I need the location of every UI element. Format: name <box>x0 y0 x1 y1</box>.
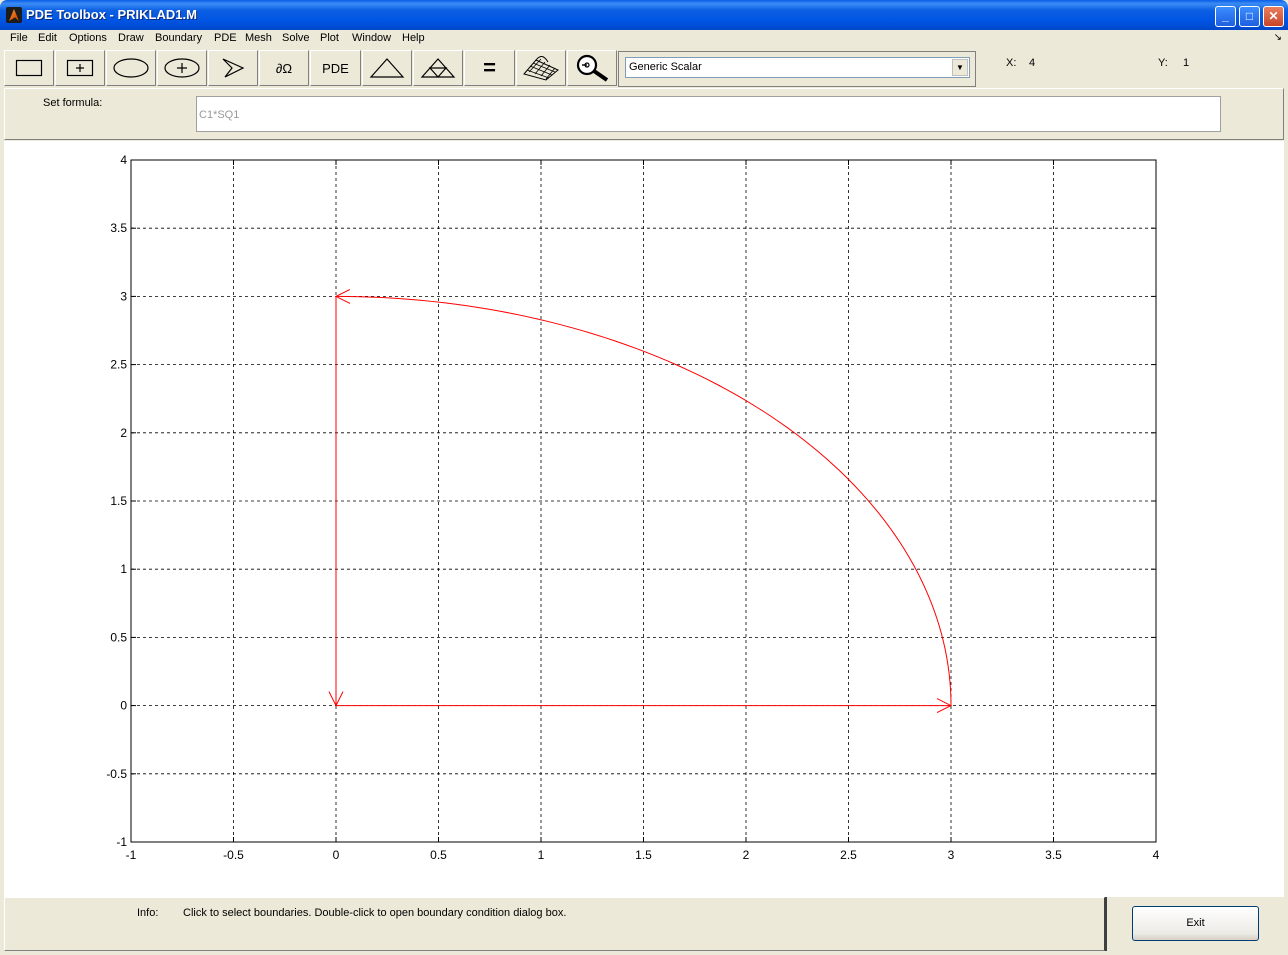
pde-spec-label: PDE <box>322 60 349 76</box>
application-mode-panel: Generic Scalar ▼ <box>618 51 976 87</box>
x-tick-label: 0.5 <box>430 848 447 862</box>
surface-plot-icon <box>523 56 559 81</box>
polygon-icon <box>222 58 245 78</box>
menu-plot[interactable]: Plot <box>320 32 339 44</box>
coordinate-readout: X: 4 Y: 1 <box>976 51 1288 87</box>
x-tick-label: 1 <box>538 848 545 862</box>
plot-solution-button[interactable] <box>516 50 566 86</box>
close-button[interactable]: ✕ <box>1263 6 1284 27</box>
close-icon: ✕ <box>1268 9 1279 23</box>
refine-mesh-button[interactable] <box>413 50 463 86</box>
y-tick-label: 3 <box>120 289 127 303</box>
x-tick-label: 3.5 <box>1045 848 1062 862</box>
y-tick-label: 0.5 <box>110 630 127 644</box>
boundary-mode-button[interactable]: ∂Ω <box>259 50 309 86</box>
exit-button[interactable]: Exit <box>1132 906 1259 941</box>
x-tick-label: -0.5 <box>223 848 244 862</box>
x-tick-label: 2.5 <box>840 848 857 862</box>
triangle-icon <box>369 58 405 78</box>
rectangle-icon <box>15 59 43 77</box>
exit-panel: Exit <box>1105 897 1284 951</box>
y-coord-value: 1 <box>1183 57 1190 69</box>
y-tick-label: 0 <box>120 699 127 713</box>
menu-solve[interactable]: Solve <box>282 32 310 44</box>
info-panel: Info: Click to select boundaries. Double… <box>4 897 1105 951</box>
ellipse-icon <box>113 58 149 78</box>
y-tick-label: -1 <box>116 835 127 849</box>
maximize-icon: □ <box>1245 9 1254 23</box>
info-label: Info: <box>137 907 159 919</box>
zoom-button[interactable] <box>567 50 617 86</box>
solve-button[interactable]: = <box>464 50 515 86</box>
set-formula-input[interactable]: C1*SQ1 <box>196 96 1221 132</box>
init-mesh-button[interactable] <box>362 50 412 86</box>
geometry-plot-area[interactable]: -1 -0.5 0 0.5 1 1.5 2 2.5 3 3.5 4 -1 -0.5 0 0.5 1 1.5 2 2.… <box>4 141 1284 897</box>
y-tick-label: 2.5 <box>110 358 127 372</box>
dropdown-arrow-icon[interactable]: ▼ <box>952 59 968 76</box>
ellipse-center-icon <box>164 58 200 78</box>
ticks: -1 -0.5 0 0.5 1 1.5 2 2.5 3 3.5 4 -1 -0.5 0 0.5 1 1.5 2 2.… <box>106 153 1159 862</box>
x-coord-label: X: <box>1006 57 1017 69</box>
y-tick-label: -0.5 <box>106 767 127 781</box>
y-tick-label: 1.5 <box>110 494 127 508</box>
draw-ellipse-button[interactable] <box>106 50 156 86</box>
pde-spec-button[interactable]: PDE <box>310 50 361 86</box>
maximize-button[interactable]: □ <box>1239 6 1260 27</box>
boundary-mode-label: ∂Ω <box>275 60 293 76</box>
geometry-axes[interactable]: -1 -0.5 0 0.5 1 1.5 2 2.5 3 3.5 4 -1 -0.5 0 0.5 1 1.5 2 2.… <box>4 141 1284 897</box>
menu-edit[interactable]: Edit <box>38 32 57 44</box>
x-tick-label: 2 <box>743 848 750 862</box>
x-tick-label: 1.5 <box>635 848 652 862</box>
window-title: PDE Toolbox - PRIKLAD1.M <box>26 7 197 22</box>
title-bar[interactable]: PDE Toolbox - PRIKLAD1.M _ □ ✕ <box>0 0 1288 30</box>
minimize-button[interactable]: _ <box>1215 6 1236 27</box>
menu-file[interactable]: File <box>10 32 28 44</box>
refined-triangle-icon <box>420 58 456 78</box>
menu-window[interactable]: Window <box>352 32 391 44</box>
draw-ellipse-center-button[interactable] <box>157 50 207 86</box>
formula-panel: Set formula: C1*SQ1 <box>4 88 1284 140</box>
x-tick-label: 4 <box>1153 848 1160 862</box>
rectangle-center-icon <box>66 59 94 77</box>
minimize-icon: _ <box>1222 9 1229 23</box>
menu-pde[interactable]: PDE <box>214 32 237 44</box>
menu-boundary[interactable]: Boundary <box>155 32 202 44</box>
y-tick-label: 3.5 <box>110 221 127 235</box>
menu-options[interactable]: Options <box>69 32 107 44</box>
draw-rectangle-button[interactable] <box>4 50 54 86</box>
x-coord-value: 4 <box>1029 57 1036 69</box>
y-tick-label: 2 <box>120 426 127 440</box>
y-tick-label: 1 <box>120 562 127 576</box>
draw-polygon-button[interactable] <box>208 50 258 86</box>
dock-arrow-icon[interactable]: ↘ <box>1274 32 1282 43</box>
y-tick-label: 4 <box>120 153 127 167</box>
x-tick-label: 0 <box>333 848 340 862</box>
pde-toolbox-window: PDE Toolbox - PRIKLAD1.M _ □ ✕ File Edit… <box>0 0 1288 955</box>
matlab-icon <box>6 7 22 23</box>
application-mode-select[interactable]: Generic Scalar ▼ <box>625 57 970 78</box>
magnifier-icon <box>576 54 609 82</box>
grid <box>131 160 1156 842</box>
solve-label: = <box>483 55 496 80</box>
x-tick-label: 3 <box>948 848 955 862</box>
draw-rectangle-center-button[interactable] <box>55 50 105 86</box>
menu-bar: File Edit Options Draw Boundary PDE Mesh… <box>0 30 1288 48</box>
info-text: Click to select boundaries. Double-click… <box>183 907 567 919</box>
y-coord-label: Y: <box>1158 57 1168 69</box>
x-tick-label: -1 <box>126 848 137 862</box>
menu-mesh[interactable]: Mesh <box>245 32 272 44</box>
menu-help[interactable]: Help <box>402 32 425 44</box>
menu-draw[interactable]: Draw <box>118 32 144 44</box>
application-mode-value: Generic Scalar <box>629 61 702 73</box>
formula-label: Set formula: <box>43 97 103 109</box>
